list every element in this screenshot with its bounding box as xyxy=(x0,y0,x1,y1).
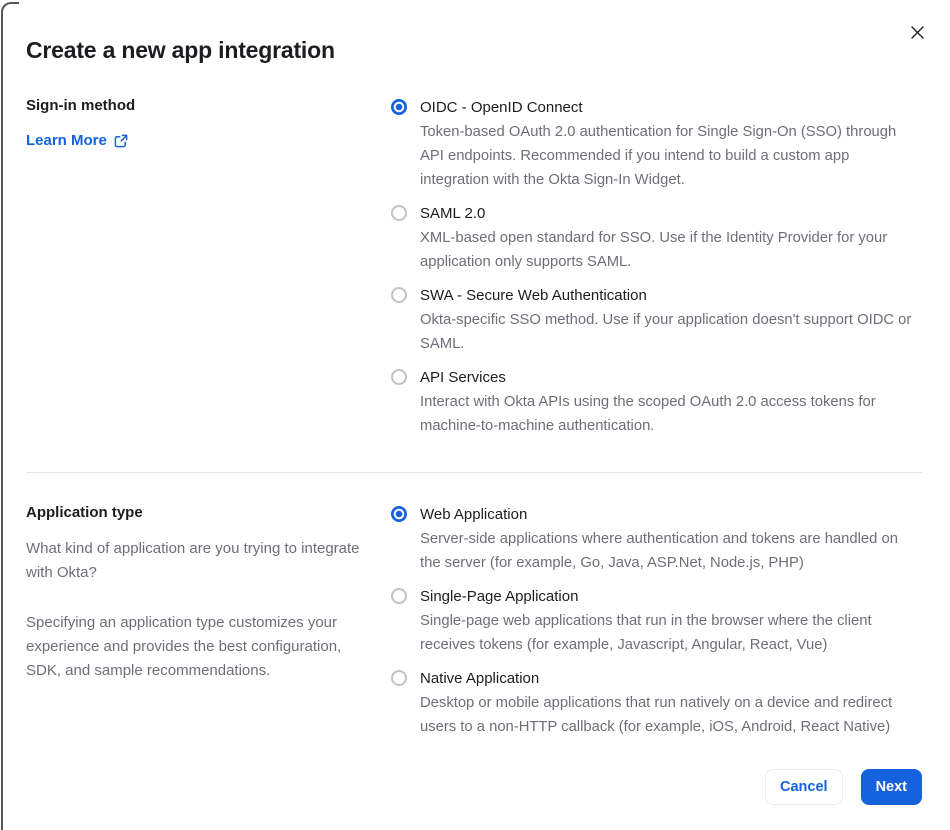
radio-unselected-icon[interactable] xyxy=(391,205,407,221)
option-description-web-application: Server-side applications where authentic… xyxy=(420,531,898,571)
option-description-saml: XML-based open standard for SSO. Use if … xyxy=(420,230,888,270)
radio-unselected-icon[interactable] xyxy=(391,369,407,385)
cancel-button[interactable]: Cancel xyxy=(765,769,843,805)
option-description-api-services: Interact with Okta APIs using the scoped… xyxy=(420,394,876,434)
create-app-integration-modal: Create a new app integration Sign-in met… xyxy=(0,0,950,830)
close-button[interactable] xyxy=(907,22,927,42)
option-label-saml: SAML 2.0 xyxy=(420,205,486,222)
option-label-single-page-application: Single-Page Application xyxy=(420,588,579,605)
option-description-native-application: Desktop or mobile applications that run … xyxy=(420,695,893,735)
apptype-paragraph-1: What kind of application are you trying … xyxy=(26,540,360,581)
close-icon xyxy=(910,25,925,40)
modal-footer: Cancel Next xyxy=(765,769,922,805)
external-link-icon xyxy=(114,134,128,148)
next-button[interactable]: Next xyxy=(860,769,922,805)
option-label-api-services: API Services xyxy=(420,369,506,386)
radio-option-web-application[interactable]: Web Application Server-side applications… xyxy=(391,503,922,575)
application-type-section: Application type What kind of applicatio… xyxy=(26,503,922,749)
radio-option-native-application[interactable]: Native Application Desktop or mobile app… xyxy=(391,667,922,739)
radio-option-api-services[interactable]: API Services Interact with Okta APIs usi… xyxy=(391,366,922,438)
option-text: SAML 2.0 XML-based open standard for SSO… xyxy=(420,202,922,274)
signin-method-section: Sign-in method Learn More OIDC - OpenID … xyxy=(26,96,922,448)
apptype-options-group: Web Application Server-side applications… xyxy=(391,503,922,749)
learn-more-label: Learn More xyxy=(26,132,107,149)
option-label-native-application: Native Application xyxy=(420,670,540,687)
option-text: SWA - Secure Web Authentication Okta-spe… xyxy=(420,284,922,356)
radio-option-swa[interactable]: SWA - Secure Web Authentication Okta-spe… xyxy=(391,284,922,356)
modal-title: Create a new app integration xyxy=(26,37,335,63)
signin-method-heading: Sign-in method xyxy=(26,97,136,114)
option-text: Web Application Server-side applications… xyxy=(420,503,922,575)
option-text: API Services Interact with Okta APIs usi… xyxy=(420,366,922,438)
signin-options-group: OIDC - OpenID Connect Token-based OAuth … xyxy=(391,96,922,448)
radio-option-single-page-application[interactable]: Single-Page Application Single-page web … xyxy=(391,585,922,657)
apptype-section-left: Application type What kind of applicatio… xyxy=(26,503,375,749)
radio-option-saml[interactable]: SAML 2.0 XML-based open standard for SSO… xyxy=(391,202,922,274)
radio-unselected-icon[interactable] xyxy=(391,287,407,303)
option-description-swa: Okta-specific SSO method. Use if your ap… xyxy=(420,312,912,352)
option-label-web-application: Web Application xyxy=(420,506,528,523)
option-description-single-page-application: Single-page web applications that run in… xyxy=(420,613,872,653)
radio-selected-icon[interactable] xyxy=(391,99,407,115)
option-label-swa: SWA - Secure Web Authentication xyxy=(420,287,647,304)
radio-option-oidc[interactable]: OIDC - OpenID Connect Token-based OAuth … xyxy=(391,96,922,192)
radio-unselected-icon[interactable] xyxy=(391,588,407,604)
option-text: OIDC - OpenID Connect Token-based OAuth … xyxy=(420,96,922,192)
section-divider xyxy=(26,472,922,473)
option-label-oidc: OIDC - OpenID Connect xyxy=(420,99,583,116)
learn-more-link[interactable]: Learn More xyxy=(26,132,128,149)
apptype-paragraph-2: Specifying an application type customize… xyxy=(26,614,342,679)
radio-unselected-icon[interactable] xyxy=(391,670,407,686)
option-text: Native Application Desktop or mobile app… xyxy=(420,667,922,739)
radio-selected-icon[interactable] xyxy=(391,506,407,522)
application-type-heading: Application type xyxy=(26,504,143,521)
option-text: Single-Page Application Single-page web … xyxy=(420,585,922,657)
signin-section-left: Sign-in method Learn More xyxy=(26,96,375,448)
option-description-oidc: Token-based OAuth 2.0 authentication for… xyxy=(420,124,897,188)
